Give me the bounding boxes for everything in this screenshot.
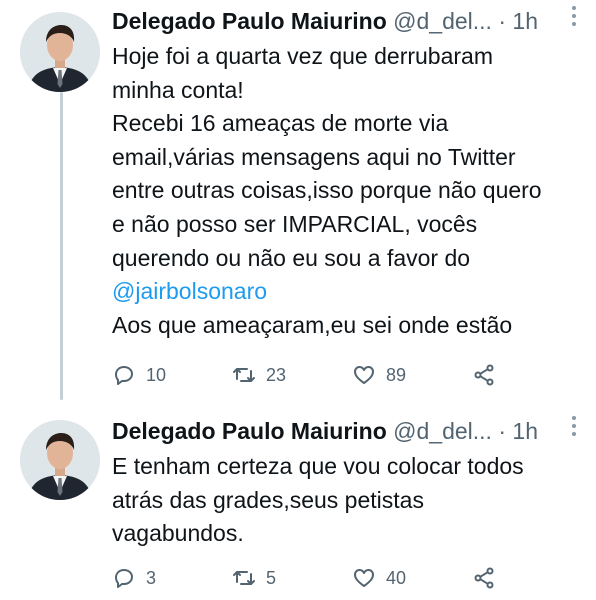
- tweet[interactable]: Delegado Paulo Maiurino @d_del... · 1h E…: [0, 400, 596, 600]
- avatar[interactable]: [20, 420, 100, 500]
- avatar[interactable]: [20, 12, 100, 92]
- tweet-text: E tenham certeza que vou colocar todos a…: [112, 450, 586, 551]
- retweet-count: 5: [266, 567, 277, 588]
- tweet-text-line: querendo ou não eu sou a favor do: [112, 244, 471, 271]
- heart-icon: [354, 366, 374, 384]
- retweet-icon: [233, 368, 255, 382]
- tweet-text-line: Aos que ameaçaram,eu sei onde estão: [112, 311, 513, 338]
- thread-connector-line: [60, 92, 63, 400]
- reply-count: 3: [146, 567, 157, 588]
- timestamp[interactable]: 1h: [512, 418, 538, 444]
- reply-count: 10: [146, 364, 167, 385]
- tweet-header: Delegado Paulo Maiurino @d_del... · 1h: [112, 414, 580, 448]
- share-icon: [474, 567, 494, 589]
- retweet-count: 23: [266, 364, 287, 385]
- tweet[interactable]: Delegado Paulo Maiurino @d_del... · 1h H…: [0, 0, 596, 400]
- more-vertical-icon[interactable]: [570, 6, 578, 28]
- tweet-text-line: atrás das grades,seus petistas: [112, 486, 424, 513]
- reply-icon: [115, 569, 133, 588]
- author-handle[interactable]: @d_del...: [393, 8, 492, 34]
- like-count: 40: [386, 567, 407, 588]
- tweet-text-line: email,várias mensagens aqui no Twitter: [112, 143, 516, 170]
- share-icon: [474, 364, 494, 386]
- tweet-text-line: vagabundos.: [112, 520, 244, 547]
- retweet-button[interactable]: 23: [232, 359, 286, 391]
- like-count: 89: [386, 364, 407, 385]
- author-name[interactable]: Delegado Paulo Maiurino: [112, 8, 387, 34]
- mention-link[interactable]: @jairbolsonaro: [112, 275, 586, 309]
- heart-icon: [354, 569, 374, 587]
- separator-dot: ·: [498, 418, 507, 444]
- tweet-text-line: e não posso ser IMPARCIAL, vocês: [112, 210, 478, 237]
- tweet-text-line: minha conta!: [112, 76, 244, 103]
- tweet-text-line: entre outras coisas,isso porque não quer…: [112, 177, 542, 204]
- tweet-actions: 3 5 40: [112, 562, 576, 594]
- author-handle[interactable]: @d_del...: [393, 418, 492, 444]
- separator-dot: ·: [498, 8, 507, 34]
- reply-button[interactable]: 10: [112, 359, 166, 391]
- tweet-text: Hoje foi a quarta vez que derrubaram min…: [112, 40, 586, 342]
- author-name[interactable]: Delegado Paulo Maiurino: [112, 418, 387, 444]
- tweet-actions: 10 23 89: [112, 359, 576, 391]
- share-button[interactable]: [472, 359, 506, 391]
- tweet-text-line: Hoje foi a quarta vez que derrubaram: [112, 43, 493, 69]
- tweet-text-line: Recebi 16 ameaças de morte via: [112, 110, 449, 137]
- reply-button[interactable]: 3: [112, 562, 156, 594]
- share-button[interactable]: [472, 562, 506, 594]
- like-button[interactable]: 89: [352, 359, 406, 391]
- like-button[interactable]: 40: [352, 562, 406, 594]
- more-vertical-icon[interactable]: [570, 416, 578, 438]
- tweet-header: Delegado Paulo Maiurino @d_del... · 1h: [112, 4, 580, 38]
- tweet-text-line: E tenham certeza que vou colocar todos: [112, 453, 524, 479]
- retweet-icon: [233, 571, 255, 585]
- reply-icon: [115, 366, 133, 385]
- retweet-button[interactable]: 5: [232, 562, 276, 594]
- timestamp[interactable]: 1h: [512, 8, 538, 34]
